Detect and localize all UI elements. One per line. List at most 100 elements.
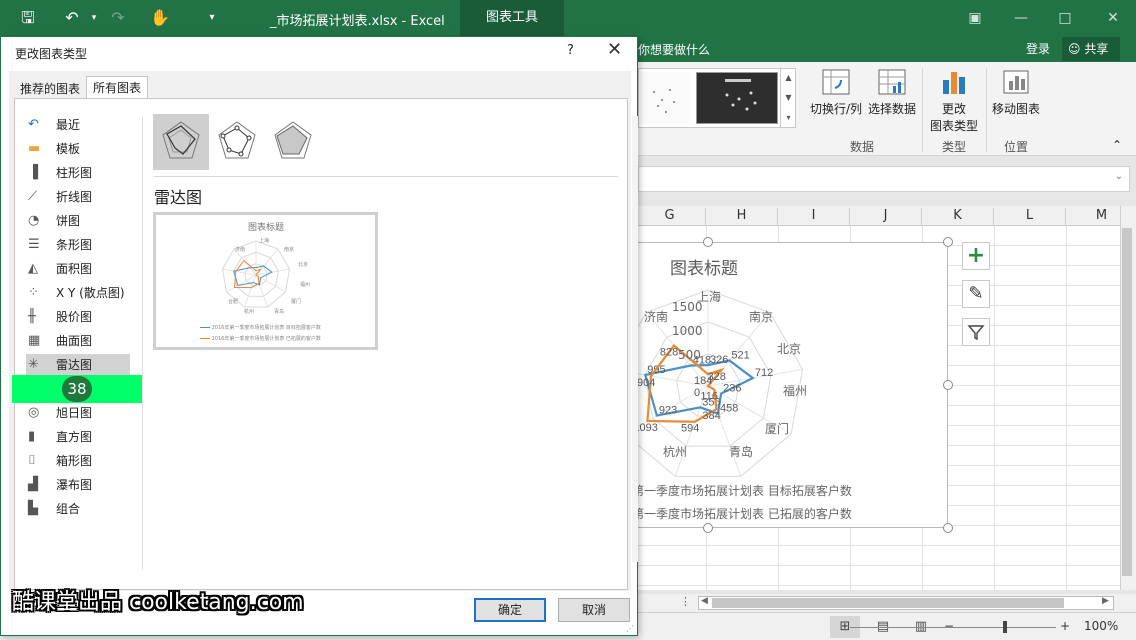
tab-all-charts[interactable]: 所有图表	[86, 76, 149, 98]
zoom-in-icon[interactable]: +	[1060, 619, 1070, 633]
chart-title[interactable]: 图表标题	[670, 254, 738, 279]
tell-me-box[interactable]: 你想要做什么	[638, 41, 710, 58]
column-header[interactable]: J	[850, 208, 922, 226]
dialog-close-button[interactable]: ✕	[607, 39, 622, 60]
switch-row-column-button[interactable]: 切换行/列	[808, 68, 864, 117]
ribbon-display-icon[interactable]: ▣	[962, 6, 988, 30]
save-icon[interactable]: 🖫	[16, 6, 40, 30]
horizontal-scroll-thumb[interactable]	[712, 598, 1064, 608]
zoom-level[interactable]: 100%	[1084, 619, 1118, 633]
select-data-label: 选择数据	[867, 102, 916, 116]
formula-bar[interactable]: ⌄	[638, 166, 1130, 192]
subtype-radar-markers[interactable]	[209, 114, 265, 170]
chart-category-label: 条形图	[56, 238, 93, 252]
surface-chart-icon: ▦	[28, 333, 41, 348]
collapse-ribbon-icon[interactable]: ⌃	[1112, 138, 1122, 152]
watermark: 酷课堂出品 coolketang.com	[12, 590, 304, 615]
chart-filter-icon[interactable]	[962, 318, 990, 346]
column-header[interactable]: L	[994, 208, 1066, 226]
resize-handle[interactable]	[703, 237, 713, 247]
column-header[interactable]: G	[634, 208, 706, 226]
preview-category-label: 合肥	[228, 299, 239, 305]
zoom-slider-thumb[interactable]	[1003, 621, 1007, 633]
cancel-button[interactable]: 取消	[558, 598, 630, 622]
radar-series-line[interactable]	[233, 265, 273, 287]
undo-icon[interactable]: ↶	[60, 6, 84, 30]
undo-dropdown-icon[interactable]: ▾	[82, 6, 106, 30]
chart-category-item[interactable]: ↶ 最近	[26, 114, 130, 136]
dialog-scrollbar[interactable]	[632, 116, 638, 562]
radar-category-label: 厦门	[765, 422, 790, 436]
resize-handle[interactable]	[943, 380, 953, 390]
redo-icon[interactable]: ↷	[106, 6, 130, 30]
vertical-scroll-thumb[interactable]	[1122, 228, 1132, 576]
minimize-icon[interactable]: —	[1008, 6, 1034, 30]
chart-category-item[interactable]: ▦ 曲面图	[26, 330, 130, 352]
share-button[interactable]: ☺ 共享	[1062, 37, 1120, 61]
chart-category-item[interactable]: ▙ 组合	[26, 498, 130, 520]
chart-category-item[interactable]: ✳ 雷达图	[26, 354, 130, 376]
expand-formula-bar-icon[interactable]: ⌄	[1115, 171, 1123, 182]
chart-category-item[interactable]: ▐ 柱形图	[26, 162, 130, 184]
histogram-chart-icon: ▮	[28, 429, 36, 444]
ok-button[interactable]: 确定	[474, 598, 546, 622]
combo-chart-icon: ▙	[28, 501, 38, 516]
split-handle-icon[interactable]: ⋮	[680, 595, 691, 608]
resize-handle[interactable]	[943, 237, 953, 247]
login-link[interactable]: 登录	[1026, 40, 1050, 57]
column-header[interactable]: I	[778, 208, 850, 226]
move-chart-label: 移动图表	[991, 102, 1040, 116]
chart-category-item[interactable]: ⌷ 箱形图	[26, 450, 130, 472]
ribbon-separator	[922, 68, 923, 152]
dialog-resize-grip-icon[interactable]: ⋰	[626, 624, 634, 633]
zoom-slider[interactable]	[850, 627, 1056, 628]
customize-qat-icon[interactable]: ▾	[200, 6, 224, 30]
scroll-right-icon[interactable]: ▶	[1102, 596, 1109, 606]
chart-category-item[interactable]: ▬ 模板	[26, 138, 130, 160]
resize-handle[interactable]	[943, 523, 953, 533]
chart-category-item[interactable]: ⁘ X Y (散点图)	[26, 282, 130, 304]
chart-category-item[interactable]: ╫ 股价图	[26, 306, 130, 328]
legend-actual[interactable]: 第一季度市场拓展计划表 已拓展的客户数	[632, 505, 852, 522]
chart-category-label: 折线图	[56, 190, 93, 204]
chart-category-item[interactable]: ☰ 条形图	[26, 234, 130, 256]
chart-category-item[interactable]: ◎ 旭日图	[26, 402, 130, 424]
chart-category-item[interactable]: ◔ 饼图	[26, 210, 130, 232]
switch-row-column-label: 切换行/列	[809, 102, 863, 116]
chart-style-thumb[interactable]	[640, 72, 690, 124]
chart-category-item[interactable]: ⟋ 折线图	[26, 186, 130, 208]
chart-category-item[interactable]: ▮ 直方图	[26, 426, 130, 448]
chart-styles-brush-icon[interactable]: ✎	[962, 280, 990, 308]
zoom-out-icon[interactable]: −	[944, 619, 954, 633]
change-chart-type-button[interactable]: 更改 图表类型	[928, 68, 980, 134]
touch-mode-icon[interactable]: ✋	[148, 6, 172, 30]
change-chart-type-label-2: 图表类型	[929, 119, 978, 133]
help-button[interactable]: ?	[567, 43, 574, 58]
chart-elements-icon[interactable]: +	[962, 242, 990, 270]
subtype-radar[interactable]	[153, 114, 209, 170]
preview-chart-title: 图表标题	[248, 223, 285, 233]
preview-legend-target-label: 2016年第一季度市场拓展计划表 目标拓展客户数	[211, 325, 321, 331]
subtype-filled-radar[interactable]	[265, 114, 321, 170]
column-header[interactable]: H	[706, 208, 778, 226]
close-icon[interactable]: ✕	[1100, 6, 1126, 30]
type-group-label: 类型	[942, 140, 967, 154]
column-header[interactable]: K	[922, 208, 994, 226]
chart-category-item[interactable]: ▟ 瀑布图	[26, 474, 130, 496]
preview-legend-actual: 2016年第一季度市场拓展计划表 已拓展的客户数	[200, 335, 321, 342]
switch-row-column-icon	[822, 69, 850, 95]
boxplot-chart-icon: ⌷	[28, 453, 36, 468]
move-chart-button[interactable]: 移动图表	[990, 68, 1042, 117]
resize-handle[interactable]	[703, 523, 713, 533]
select-data-button[interactable]: 选择数据	[866, 68, 918, 117]
maximize-icon[interactable]: □	[1052, 6, 1078, 30]
gallery-scroll[interactable]: ▲ ▼ ▾	[780, 68, 796, 128]
tab-recommended-charts[interactable]: 推荐的图表	[14, 78, 86, 100]
selected-type-heading: 雷达图	[154, 188, 203, 207]
scroll-left-icon[interactable]: ◀	[701, 596, 708, 606]
chart-style-thumb-dark-graphic	[725, 79, 757, 111]
legend-target[interactable]: 第一季度市场拓展计划表 目标拓展客户数	[632, 482, 852, 499]
pie-chart-icon: ◔	[28, 213, 40, 228]
chart-category-item[interactable]: ◭ 面积图	[26, 258, 130, 280]
chart-style-thumb-dark[interactable]	[696, 72, 778, 124]
